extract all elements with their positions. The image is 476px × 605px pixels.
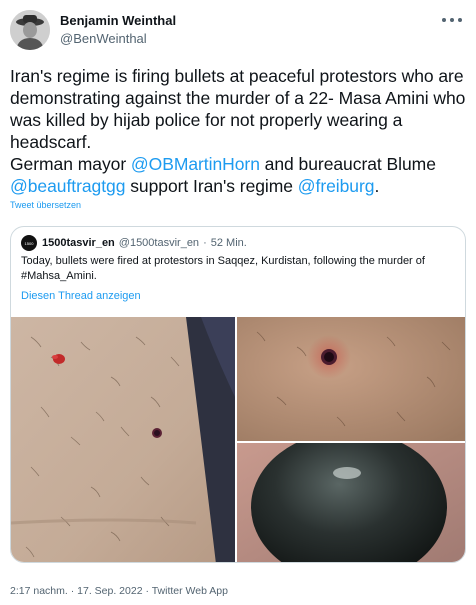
- arm-wound-photo-icon: [11, 317, 235, 562]
- tweet-text: Iran's regime is firing bullets at peace…: [10, 65, 468, 197]
- translate-tweet-link[interactable]: Tweet übersetzen: [10, 199, 81, 211]
- skin-wound-photo-icon: [237, 317, 465, 441]
- quoted-tweet-text: Today, bullets were fired at protestors …: [21, 255, 425, 282]
- quoted-tweet-header: 1500 1500tasvir_en @1500tasvir_en · 52 M…: [21, 235, 247, 251]
- media-image-3[interactable]: [237, 443, 465, 562]
- media-image-1[interactable]: [11, 317, 235, 562]
- quoted-tweet[interactable]: 1500 1500tasvir_en @1500tasvir_en · 52 M…: [10, 226, 466, 563]
- mention-link-beauftragtgg[interactable]: @beauftragtgg: [10, 176, 125, 196]
- tweet-time[interactable]: 2:17 nachm.: [10, 585, 68, 597]
- tweet-header: Benjamin Weinthal @BenWeinthal: [10, 10, 176, 52]
- quoted-time[interactable]: 52 Min.: [211, 237, 247, 249]
- tweet-text-middle: and bureaucrat Blume: [259, 154, 436, 174]
- quoted-handle: @1500tasvir_en: [118, 237, 200, 249]
- mention-link-freiburg[interactable]: @freiburg: [298, 176, 375, 196]
- show-thread-link[interactable]: Diesen Thread anzeigen: [21, 290, 141, 302]
- avatar[interactable]: [10, 10, 50, 50]
- author-display-name[interactable]: Benjamin Weinthal: [60, 13, 176, 29]
- media-grid: [11, 317, 465, 562]
- mention-link-obmartinhorn[interactable]: @OBMartinHorn: [131, 154, 260, 174]
- tweet-source-app[interactable]: Twitter Web App: [152, 585, 228, 597]
- footer-separator: ·: [142, 585, 152, 597]
- rubber-bullet-photo-icon: [237, 443, 465, 562]
- more-options-icon[interactable]: [442, 14, 462, 26]
- quoted-display-name[interactable]: 1500tasvir_en: [42, 237, 115, 249]
- tweet-text-suffix: .: [374, 176, 380, 196]
- author-handle[interactable]: @BenWeinthal: [60, 31, 176, 47]
- tweet-text-line2: German mayor @OBMartinHorn and bureaucra…: [10, 153, 468, 197]
- media-image-2[interactable]: [237, 317, 465, 441]
- avatar-photo-icon: [10, 10, 50, 50]
- footer-separator: ·: [67, 585, 78, 597]
- quoted-separator: ·: [203, 237, 207, 249]
- quoted-avatar[interactable]: 1500: [21, 235, 37, 251]
- tweet-text-line1: Iran's regime is firing bullets at peace…: [10, 66, 466, 152]
- tweet-text-prefix: German mayor: [10, 154, 131, 174]
- tweet-footer: 2:17 nachm. · 17. Sep. 2022 · Twitter We…: [10, 585, 228, 597]
- author-names: Benjamin Weinthal @BenWeinthal: [60, 13, 176, 47]
- tweet-card: Benjamin Weinthal @BenWeinthal Iran's re…: [0, 0, 476, 605]
- tweet-text-middle-2: support Iran's regime: [125, 176, 298, 196]
- tweet-date[interactable]: 17. Sep. 2022: [77, 585, 142, 597]
